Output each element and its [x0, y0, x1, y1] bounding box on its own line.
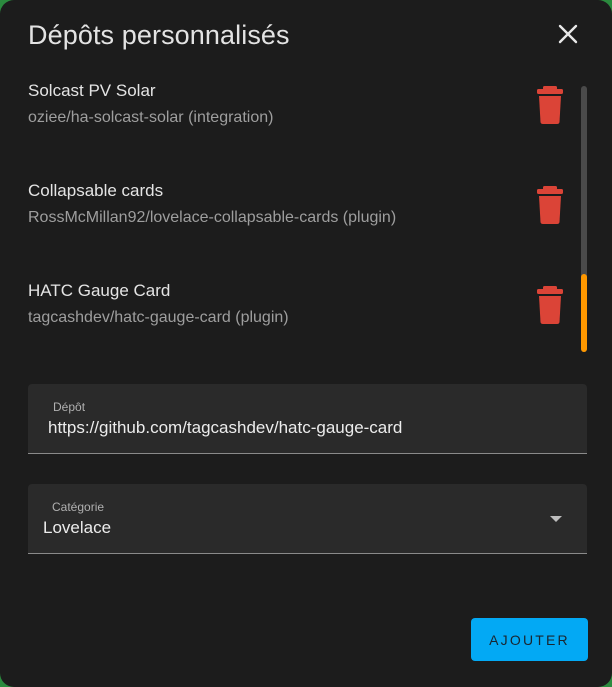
repository-detail: oziee/ha-solcast-solar (integration) [28, 109, 274, 126]
delete-icon[interactable] [536, 185, 564, 225]
repository-name: Solcast PV Solar [28, 81, 156, 100]
repository-url-label: Dépôt [53, 400, 86, 414]
repository-name: HATC Gauge Card [28, 281, 171, 300]
add-button[interactable]: AJOUTER [471, 618, 588, 661]
dropdown-arrow-icon [550, 516, 562, 522]
repository-detail: RossMcMillan92/lovelace-collapsable-card… [28, 209, 397, 226]
scrollbar[interactable] [581, 86, 587, 352]
scrollbar-thumb[interactable] [581, 274, 587, 352]
repository-detail: tagcashdev/hatc-gauge-card (plugin) [28, 309, 289, 326]
repository-name: Collapsable cards [28, 181, 164, 200]
category-value: Lovelace [43, 518, 112, 537]
repository-item: Collapsable cards RossMcMillan92/lovelac… [28, 181, 588, 241]
category-select[interactable]: Catégorie Lovelace [28, 484, 587, 554]
repository-list[interactable]: Solcast PV Solar oziee/ha-solcast-solar … [0, 76, 612, 356]
repository-item: Solcast PV Solar oziee/ha-solcast-solar … [28, 81, 588, 141]
dialog-title: Dépôts personnalisés [28, 20, 290, 50]
repository-item: HATC Gauge Card tagcashdev/hatc-gauge-ca… [28, 281, 588, 341]
repository-url-field[interactable]: Dépôt https://github.com/tagcashdev/hatc… [28, 384, 587, 454]
custom-repositories-dialog: Dépôts personnalisés Solcast PV Solar oz… [0, 0, 612, 687]
close-icon [558, 24, 578, 44]
category-label: Catégorie [52, 500, 105, 514]
delete-icon[interactable] [536, 285, 564, 325]
close-button[interactable] [552, 18, 584, 50]
delete-icon[interactable] [536, 85, 564, 125]
repository-url-input[interactable]: https://github.com/tagcashdev/hatc-gauge… [48, 418, 402, 438]
